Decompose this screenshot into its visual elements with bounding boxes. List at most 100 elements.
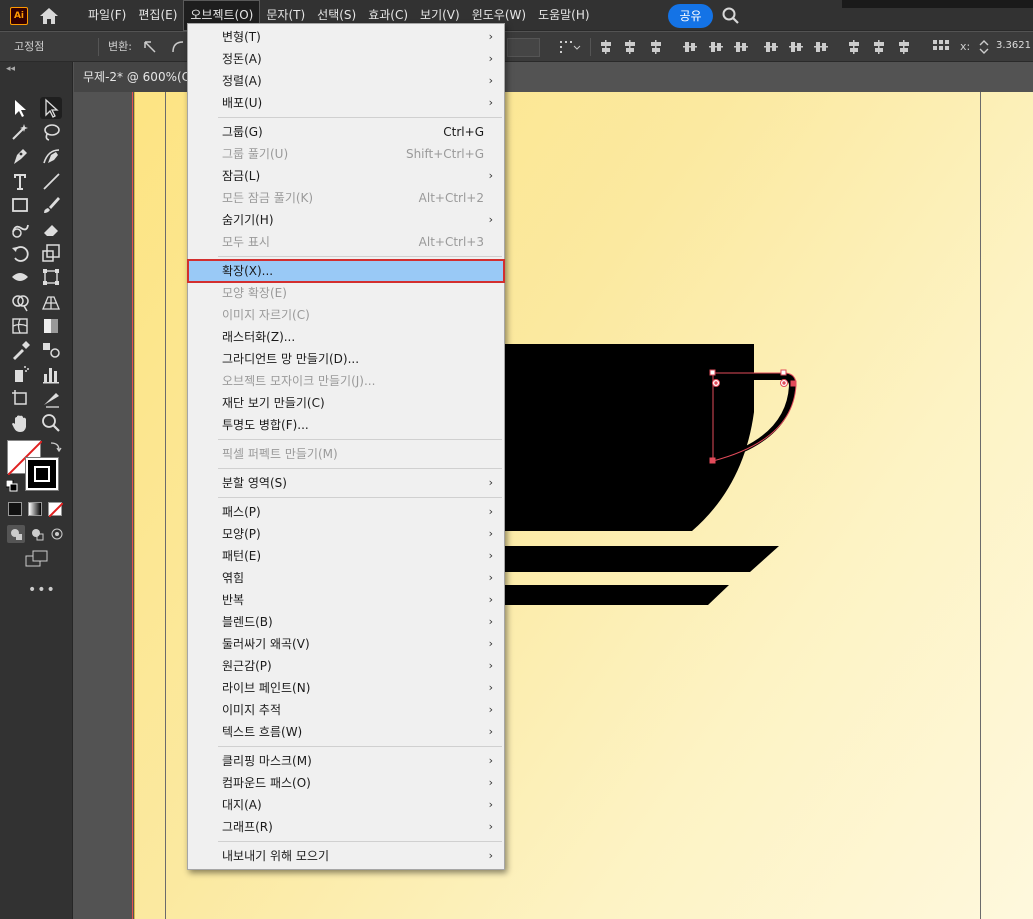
submenu-arrow-icon: › — [488, 849, 493, 862]
object-menu-item[interactable]: 둘러싸기 왜곡(V) › — [188, 633, 504, 655]
object-menu-item[interactable]: 컴파운드 패스(O) › — [188, 772, 504, 794]
submenu-arrow-icon: › — [488, 798, 493, 811]
menu-item-label: 확장(X)... — [222, 264, 274, 278]
menu-separator — [218, 497, 502, 498]
submenu-arrow-icon: › — [488, 820, 493, 833]
object-menu-item[interactable]: 확장(X)... — [187, 259, 505, 283]
object-menu-item[interactable]: 블렌드(B) › — [188, 611, 504, 633]
object-menu-item[interactable]: 정렬(A) › — [188, 70, 504, 92]
submenu-arrow-icon: › — [488, 52, 493, 65]
object-menu-item[interactable]: 변형(T) › — [188, 26, 504, 48]
object-menu-item[interactable]: 그룹(G) Ctrl+G — [188, 121, 504, 143]
object-menu-item[interactable]: 이미지 추적 › — [188, 699, 504, 721]
menu-item-label: 잠금(L) — [222, 169, 261, 183]
menu-item-label: 분할 영역(S) — [222, 476, 287, 490]
object-menu-item[interactable]: 숨기기(H) › — [188, 209, 504, 231]
menu-item-label: 그룹(G) — [222, 125, 263, 139]
saucer-top[interactable] — [500, 546, 779, 572]
menu-item-label: 모양 확장(E) — [222, 286, 287, 300]
object-menu-item[interactable]: 반복 › — [188, 589, 504, 611]
object-menu-item: 오브젝트 모자이크 만들기(J)... — [188, 370, 504, 392]
object-menu-item[interactable]: 모양(P) › — [188, 523, 504, 545]
submenu-arrow-icon: › — [488, 703, 493, 716]
object-menu-item: 모양 확장(E) — [188, 282, 504, 304]
object-menu-item[interactable]: 대지(A) › — [188, 794, 504, 816]
menu-item-label: 클리핑 마스크(M) — [222, 754, 312, 768]
menu-item-label: 그룹 풀기(U) — [222, 147, 289, 161]
menu-item-label: 모양(P) — [222, 527, 261, 541]
menu-item-shortcut: Alt+Ctrl+3 — [418, 235, 484, 249]
submenu-arrow-icon: › — [488, 30, 493, 43]
menu-item-label: 엮힘 — [222, 571, 245, 585]
object-menu-item[interactable]: 패스(P) › — [188, 501, 504, 523]
menu-item-label: 오브젝트 모자이크 만들기(J)... — [222, 374, 376, 388]
object-menu-item[interactable]: 내보내기 위해 모으기 › — [188, 845, 504, 867]
object-menu-item: 그룹 풀기(U) Shift+Ctrl+G — [188, 143, 504, 165]
object-menu-item[interactable]: 엮힘 › — [188, 567, 504, 589]
object-menu-item[interactable]: 분할 영역(S) › — [188, 472, 504, 494]
object-menu-item: 모든 잠금 풀기(K) Alt+Ctrl+2 — [188, 187, 504, 209]
submenu-arrow-icon: › — [488, 776, 493, 789]
menu-separator — [218, 439, 502, 440]
submenu-arrow-icon: › — [488, 74, 493, 87]
cup-body[interactable] — [500, 344, 754, 531]
object-menu-item[interactable]: 클리핑 마스크(M) › — [188, 750, 504, 772]
menu-item-label: 정돈(A) — [222, 52, 262, 66]
object-menu-item[interactable]: 패턴(E) › — [188, 545, 504, 567]
menu-item-label: 모든 잠금 풀기(K) — [222, 191, 314, 205]
menu-item-label: 모두 표시 — [222, 235, 270, 249]
menu-item-label: 패스(P) — [222, 505, 261, 519]
artwork — [500, 344, 797, 605]
object-menu-item[interactable]: 잠금(L) › — [188, 165, 504, 187]
menu-item-label: 그라디언트 망 만들기(D)... — [222, 352, 360, 366]
menu-item-label: 패턴(E) — [222, 549, 262, 563]
submenu-arrow-icon: › — [488, 754, 493, 767]
object-menu-item[interactable]: 텍스트 흐름(W) › — [188, 721, 504, 743]
menu-item-label: 이미지 추적 — [222, 703, 282, 717]
menu-separator — [218, 256, 502, 257]
menu-item-label: 대지(A) — [222, 798, 262, 812]
submenu-arrow-icon: › — [488, 681, 493, 694]
object-menu-item[interactable]: 그래프(R) › — [188, 816, 504, 838]
menu-item-shortcut: Alt+Ctrl+2 — [418, 191, 484, 205]
object-menu-item: 모두 표시 Alt+Ctrl+3 — [188, 231, 504, 253]
menu-item-label: 그래프(R) — [222, 820, 273, 834]
submenu-arrow-icon: › — [488, 213, 493, 226]
menu-separator — [218, 117, 502, 118]
submenu-arrow-icon: › — [488, 725, 493, 738]
object-menu-item[interactable]: 정돈(A) › — [188, 48, 504, 70]
object-menu-item[interactable]: 재단 보기 만들기(C) — [188, 392, 504, 414]
object-menu-item[interactable]: 그라디언트 망 만들기(D)... — [188, 348, 504, 370]
menu-item-label: 픽셀 퍼펙트 만들기(M) — [222, 447, 338, 461]
menu-item-label: 투명도 병합(F)... — [222, 418, 309, 432]
menu-separator — [218, 746, 502, 747]
submenu-arrow-icon: › — [488, 659, 493, 672]
object-menu-item[interactable]: 투명도 병합(F)... — [188, 414, 504, 436]
menu-item-label: 내보내기 위해 모으기 — [222, 849, 329, 863]
object-menu-item[interactable]: 배포(U) › — [188, 92, 504, 114]
menu-item-label: 배포(U) — [222, 96, 263, 110]
object-menu-item[interactable]: 래스터화(Z)... — [188, 326, 504, 348]
menu-item-label: 숨기기(H) — [222, 213, 274, 227]
menu-item-label: 재단 보기 만들기(C) — [222, 396, 325, 410]
submenu-arrow-icon: › — [488, 571, 493, 584]
submenu-arrow-icon: › — [488, 476, 493, 489]
menu-item-label: 반복 — [222, 593, 245, 607]
menu-item-label: 텍스트 흐름(W) — [222, 725, 303, 739]
submenu-arrow-icon: › — [488, 527, 493, 540]
saucer-bottom[interactable] — [500, 585, 729, 605]
menu-item-label: 블렌드(B) — [222, 615, 273, 629]
menu-item-label: 둘러싸기 왜곡(V) — [222, 637, 310, 651]
menu-item-label: 래스터화(Z)... — [222, 330, 296, 344]
submenu-arrow-icon: › — [488, 96, 493, 109]
menu-item-label: 변형(T) — [222, 30, 261, 44]
object-menu-item[interactable]: 원근감(P) › — [188, 655, 504, 677]
object-menu-dropdown: 변형(T) › 정돈(A) › 정렬(A) › 배포(U) › 그룹(G) Ctrl+G 그룹 풀기… — [187, 23, 505, 870]
menu-item-label: 라이브 페인트(N) — [222, 681, 311, 695]
object-menu-item[interactable]: 라이브 페인트(N) › — [188, 677, 504, 699]
menu-separator — [218, 841, 502, 842]
submenu-arrow-icon: › — [488, 169, 493, 182]
submenu-arrow-icon: › — [488, 637, 493, 650]
menu-item-label: 이미지 자르기(C) — [222, 308, 310, 322]
menu-item-shortcut: Ctrl+G — [443, 125, 484, 139]
